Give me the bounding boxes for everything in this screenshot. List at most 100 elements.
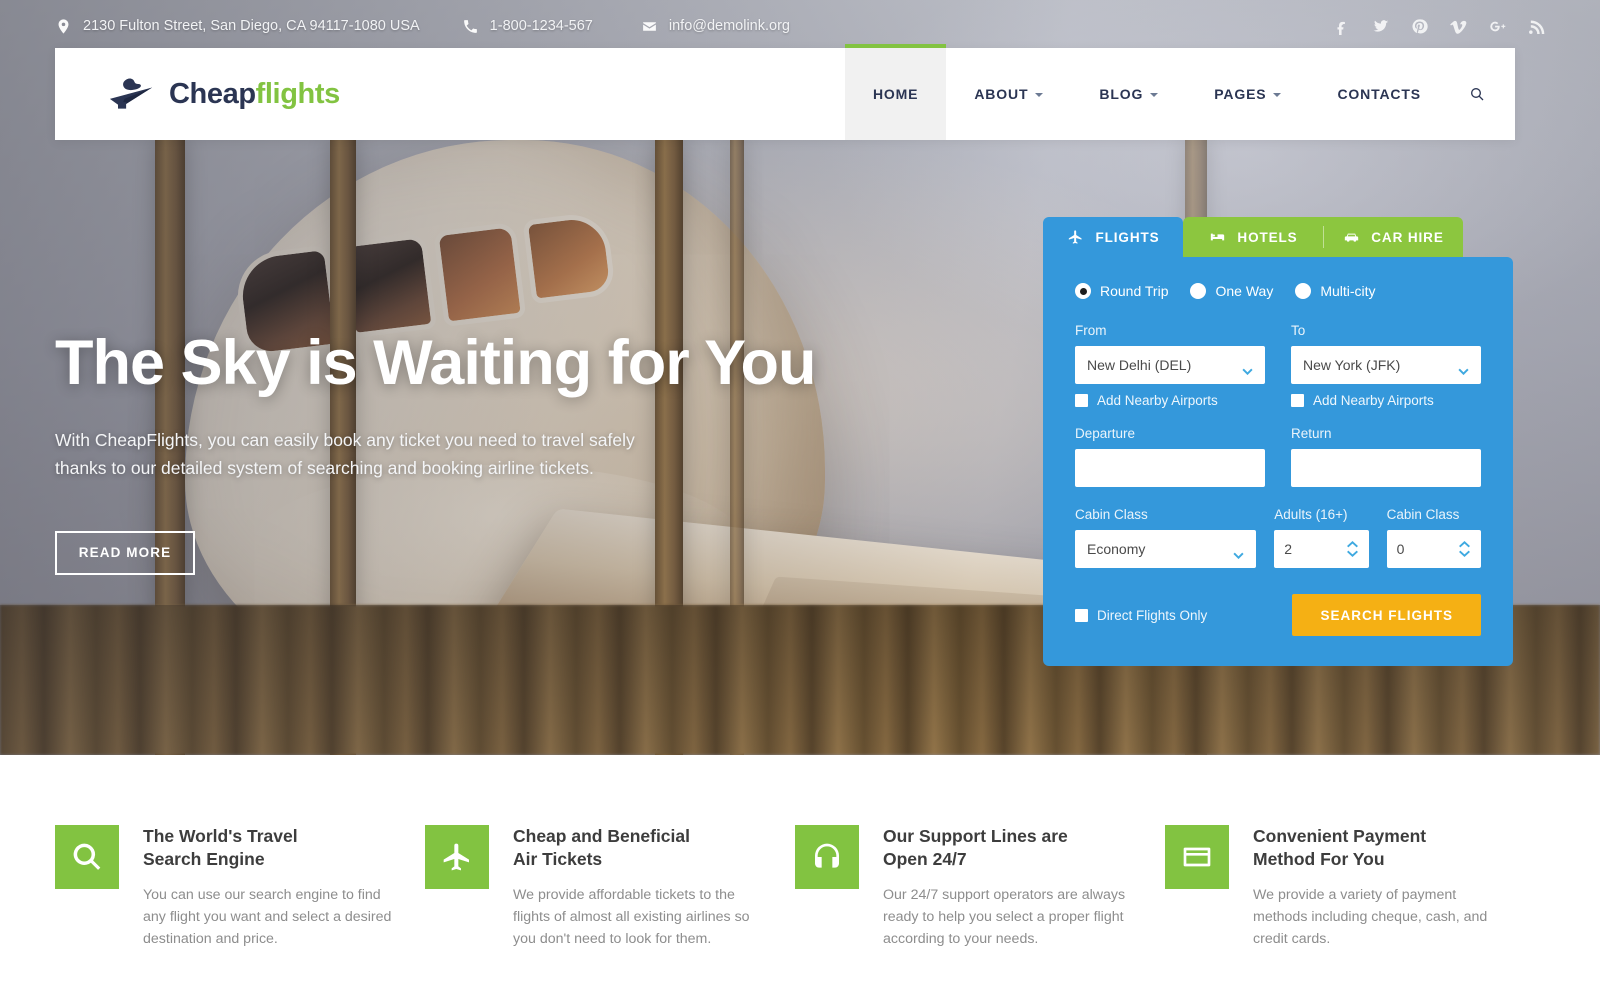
tab-hotels[interactable]: HOTELS <box>1183 217 1323 257</box>
cabin-class-value: Economy <box>1087 541 1146 557</box>
to-nearby-checkbox[interactable]: Add Nearby Airports <box>1291 393 1481 408</box>
feature-text: You can use our search engine to find an… <box>143 886 392 947</box>
search-flights-button[interactable]: SEARCH FLIGHTS <box>1292 594 1481 636</box>
search-icon <box>55 825 119 889</box>
feature-card: Convenient Payment Method For You We pro… <box>1165 755 1535 1000</box>
return-label: Return <box>1291 426 1332 441</box>
logo-primary: Cheap <box>169 77 256 110</box>
children-group: Cabin Class 0 <box>1386 507 1481 568</box>
credit-card-icon <box>1165 825 1229 889</box>
departure-label: Departure <box>1075 426 1136 441</box>
radio-indicator <box>1190 283 1207 299</box>
to-value: New York (JFK) <box>1303 357 1401 373</box>
email-block[interactable]: info@demolink.org <box>641 18 790 35</box>
nav-item-about[interactable]: ABOUT <box>946 48 1071 140</box>
from-field-group: From New Delhi (DEL) Add Nearby Airports <box>1075 323 1265 408</box>
hero-content: The Sky is Waiting for You With CheapFli… <box>55 330 885 575</box>
feature-title: Convenient Payment Method For You <box>1253 825 1503 872</box>
feature-title: The World's Travel Search Engine <box>143 825 393 872</box>
page-root: 2130 Fulton Street, San Diego, CA 94117-… <box>0 0 1600 1000</box>
feature-body: Our Support Lines are Open 24/7 Our 24/7… <box>883 825 1133 1000</box>
twitter-icon[interactable] <box>1372 18 1389 35</box>
features-section: The World's Travel Search Engine You can… <box>0 755 1600 1000</box>
children-label: Cabin Class <box>1386 507 1460 522</box>
radio-indicator <box>1075 283 1091 299</box>
pinterest-icon[interactable] <box>1411 18 1428 35</box>
feature-title-line2: Air Tickets <box>513 849 603 870</box>
departure-date-input[interactable] <box>1075 449 1265 487</box>
radio-one-way[interactable]: One Way <box>1190 283 1273 299</box>
feature-text: We provide a variety of payment methods … <box>1253 886 1488 947</box>
facebook-icon[interactable] <box>1333 18 1350 35</box>
from-label: From <box>1075 323 1107 338</box>
search-toggle-button[interactable] <box>1449 48 1515 140</box>
direct-flights-checkbox[interactable]: Direct Flights Only <box>1075 608 1207 623</box>
feature-title: Our Support Lines are Open 24/7 <box>883 825 1133 872</box>
nav-item-contacts[interactable]: CONTACTS <box>1309 48 1449 140</box>
stepper-arrows[interactable] <box>1346 541 1359 557</box>
return-date-input[interactable] <box>1291 449 1481 487</box>
vimeo-icon[interactable] <box>1450 18 1467 35</box>
address-block: 2130 Fulton Street, San Diego, CA 94117-… <box>55 18 420 35</box>
chevron-up-icon <box>1346 541 1358 548</box>
checkbox-label: Add Nearby Airports <box>1313 393 1434 408</box>
search-icon <box>1471 88 1484 101</box>
rss-icon[interactable] <box>1528 18 1545 35</box>
chevron-up-icon <box>1459 541 1470 548</box>
feature-title: Cheap and Beneficial Air Tickets <box>513 825 763 872</box>
logo-accent: flights <box>255 77 341 110</box>
hero-subtitle: With CheapFlights, you can easily book a… <box>55 430 635 479</box>
adults-label: Adults (16+) <box>1274 507 1348 522</box>
adults-value: 2 <box>1284 541 1293 557</box>
nav-item-home[interactable]: HOME <box>844 44 947 140</box>
address-text: 2130 Fulton Street, San Diego, CA 94117-… <box>83 18 420 34</box>
feature-card: Our Support Lines are Open 24/7 Our 24/7… <box>795 755 1165 1000</box>
radio-indicator <box>1295 283 1312 299</box>
phone-block[interactable]: 1-800-1234-567 <box>462 18 593 35</box>
email-text: info@demolink.org <box>668 18 790 34</box>
location-pin-icon <box>55 18 72 35</box>
departure-field-group: Departure <box>1075 426 1265 487</box>
cabin-class-select[interactable]: Economy <box>1075 530 1257 568</box>
tab-flights[interactable]: FLIGHTS <box>1043 217 1183 257</box>
checkbox-indicator <box>1075 394 1088 407</box>
bed-icon <box>1211 233 1225 241</box>
booking-form: Round Trip One Way Multi-city From New D… <box>1043 257 1513 666</box>
nav-item-pages[interactable]: PAGES <box>1186 48 1309 140</box>
nav-label: CONTACTS <box>1337 86 1421 102</box>
to-field-group: To New York (JFK) Add Nearby Airports <box>1291 323 1481 408</box>
nav-label: ABOUT <box>974 86 1029 102</box>
feature-title-line1: Our Support Lines are <box>883 826 1068 846</box>
tab-car-hire[interactable]: CAR HIRE <box>1323 217 1463 257</box>
airplane-icon <box>1069 230 1082 244</box>
logo[interactable]: Cheapflights <box>105 74 340 114</box>
children-value: 0 <box>1396 541 1405 557</box>
phone-text: 1-800-1234-567 <box>489 18 593 34</box>
paper-plane-logo-icon <box>105 74 157 114</box>
checkbox-label: Add Nearby Airports <box>1097 393 1218 408</box>
from-select[interactable]: New Delhi (DEL) <box>1075 346 1265 384</box>
radio-round-trip[interactable]: Round Trip <box>1075 283 1168 299</box>
radio-label: One Way <box>1215 283 1274 299</box>
children-stepper[interactable]: 0 <box>1386 530 1481 568</box>
tab-label: FLIGHTS <box>1095 229 1160 245</box>
nav-item-blog[interactable]: BLOG <box>1071 48 1186 140</box>
chevron-down-icon <box>1459 550 1470 557</box>
feature-body: Cheap and Beneficial Air Tickets We prov… <box>513 825 763 1000</box>
stepper-arrows[interactable] <box>1458 541 1471 557</box>
feature-text: Our 24/7 support operators are always re… <box>883 886 1126 947</box>
feature-title-line1: Convenient Payment <box>1253 826 1427 846</box>
read-more-button[interactable]: READ MORE <box>55 530 195 575</box>
adults-stepper[interactable]: 2 <box>1274 530 1369 568</box>
nav-label: BLOG <box>1099 86 1144 102</box>
radio-label: Round Trip <box>1100 283 1169 299</box>
headset-icon <box>795 825 859 889</box>
radio-multi-city[interactable]: Multi-city <box>1295 283 1376 299</box>
to-select[interactable]: New York (JFK) <box>1291 346 1481 384</box>
from-nearby-checkbox[interactable]: Add Nearby Airports <box>1075 393 1265 408</box>
google-plus-icon[interactable] <box>1489 18 1506 35</box>
chevron-down-icon <box>1273 93 1282 97</box>
nav-label: HOME <box>872 86 919 102</box>
cabin-class-group: Cabin Class Economy <box>1075 507 1257 568</box>
feature-card: The World's Travel Search Engine You can… <box>55 755 425 1000</box>
